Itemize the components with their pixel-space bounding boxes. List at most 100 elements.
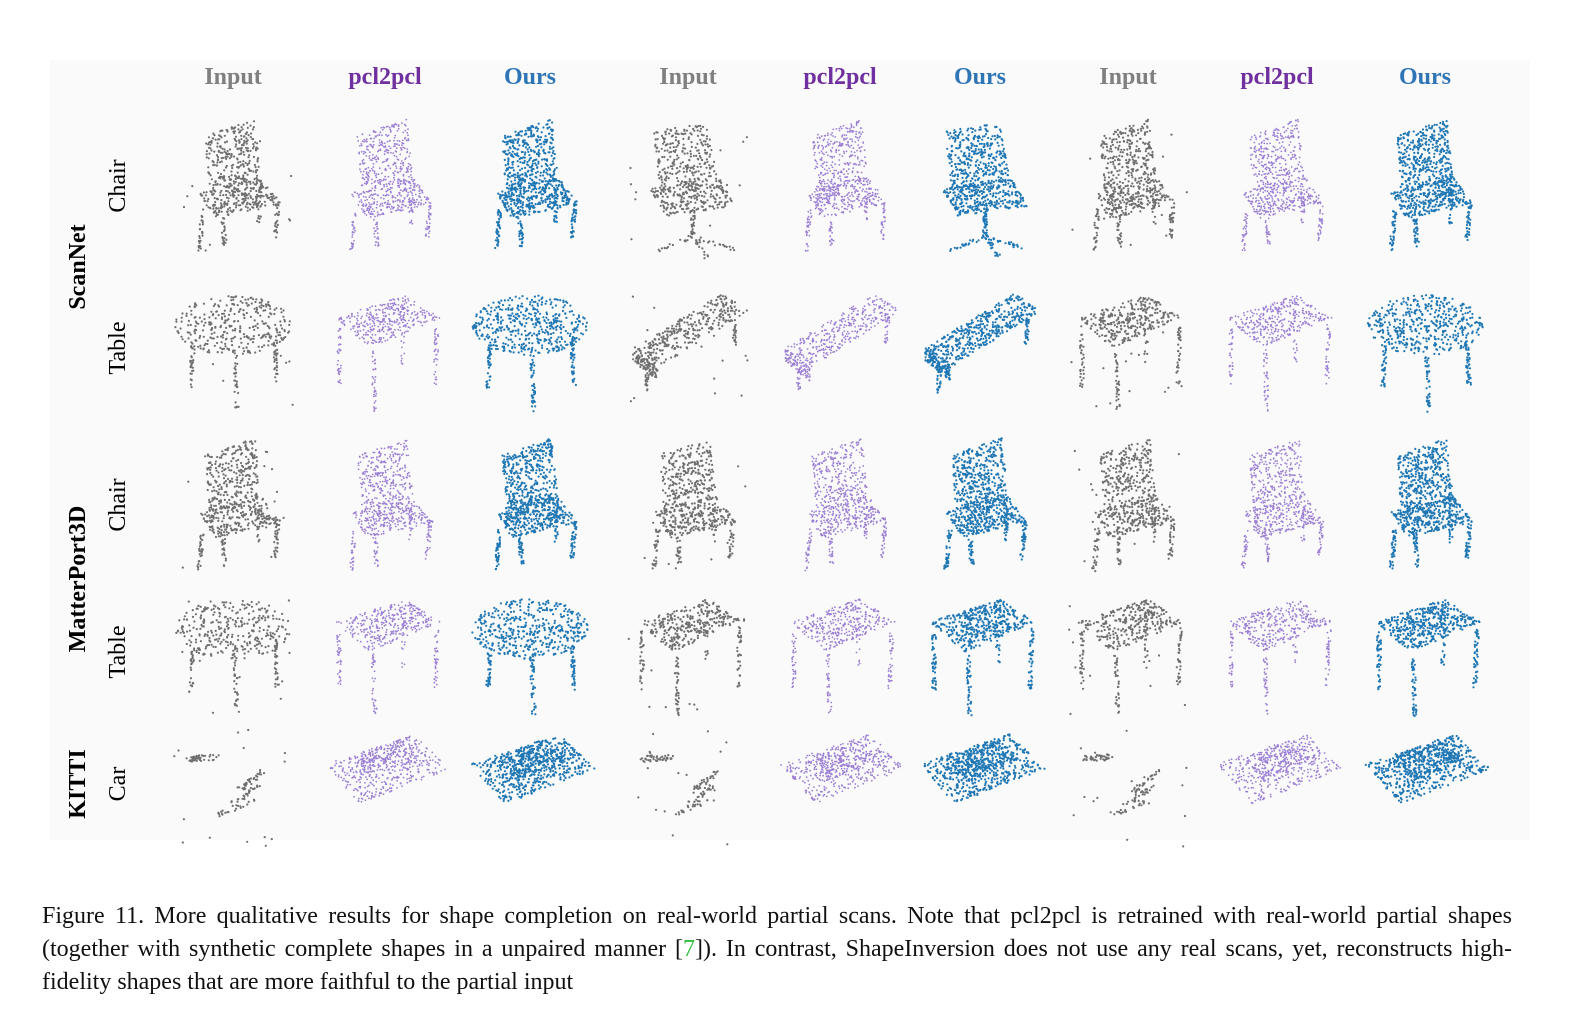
point-cloud-svg [791,598,896,714]
point-cloud-pcl2pcl [770,709,910,859]
point-cloud-svg [335,601,441,715]
point-cloud-ours [1355,430,1495,580]
point-cloud-svg [349,439,434,571]
point-cloud-svg [780,734,902,803]
point-cloud-pcl2pcl [1207,273,1347,423]
point-cloud-svg [629,124,748,260]
point-cloud-input [618,430,758,580]
point-cloud-svg [1375,599,1481,718]
point-cloud-ours [1355,709,1495,859]
point-cloud-ours [910,273,1050,423]
point-cloud-pcl2pcl [315,273,455,423]
point-cloud-input [1058,273,1198,423]
point-cloud-pcl2pcl [770,111,910,261]
point-cloud-pcl2pcl [770,273,910,423]
point-cloud-pcl2pcl [315,111,455,261]
point-cloud-input [163,577,303,727]
point-cloud-svg [182,120,293,252]
category-label: Car [104,767,132,802]
point-cloud-svg [943,437,1028,570]
point-cloud-ours [460,273,600,423]
figure-caption: Figure 11. More qualitative results for … [42,900,1512,999]
point-cloud-input [1058,111,1198,261]
point-cloud-pcl2pcl [770,577,910,727]
point-cloud-svg [1241,118,1324,252]
point-cloud-input [618,709,758,859]
point-cloud-svg [629,294,749,403]
point-cloud-svg [1220,734,1342,805]
point-cloud-ours [910,709,1050,859]
point-cloud-svg [494,119,578,250]
point-cloud-pcl2pcl [315,430,455,580]
point-cloud-svg [643,441,747,570]
point-cloud-svg [349,118,432,251]
point-cloud-ours [460,430,600,580]
point-cloud-svg [1366,294,1484,413]
point-cloud-svg [804,438,888,572]
point-cloud-ours [910,430,1050,580]
point-cloud-svg [784,295,897,391]
point-cloud-svg [471,598,589,716]
point-cloud-svg [924,293,1037,394]
dataset-label: MatterPort3D [64,505,92,652]
column-header: Input [618,62,758,92]
point-cloud-svg [494,438,578,571]
column-header: pcl2pcl [770,62,910,92]
point-cloud-svg [923,733,1046,803]
point-cloud-svg [1070,296,1183,410]
point-cloud-pcl2pcl [315,577,455,727]
column-header: pcl2pcl [1207,62,1347,92]
point-cloud-svg [930,598,1035,717]
point-cloud-svg [637,730,729,846]
point-cloud-ours [1355,577,1495,727]
point-cloud-svg [1068,599,1186,715]
point-cloud-input [1058,430,1198,580]
point-cloud-input [618,111,758,261]
point-cloud-pcl2pcl [315,709,455,859]
point-cloud-input [163,430,303,580]
point-cloud-svg [1073,439,1180,573]
point-cloud-svg [174,295,294,409]
point-cloud-svg [471,294,588,413]
point-cloud-pcl2pcl [1207,430,1347,580]
point-cloud-svg [471,737,596,803]
column-header: Input [1058,62,1198,92]
point-cloud-ours [1355,273,1495,423]
point-cloud-ours [460,111,600,261]
point-cloud-svg [942,124,1028,258]
point-cloud-pcl2pcl [1207,111,1347,261]
point-cloud-ours [460,709,600,859]
point-cloud-input [618,577,758,727]
point-cloud-input [163,111,303,261]
point-cloud-svg [1364,734,1489,804]
category-label: Table [104,626,132,679]
point-cloud-input [163,709,303,859]
column-header: Input [163,62,303,92]
category-label: Chair [104,159,132,212]
point-cloud-svg [336,295,441,412]
point-cloud-ours [460,577,600,727]
point-cloud-svg [1240,440,1325,569]
point-cloud-svg [173,728,286,847]
point-cloud-svg [1388,120,1473,252]
point-cloud-svg [181,440,285,571]
point-cloud-svg [1072,729,1188,848]
point-cloud-input [1058,577,1198,727]
point-cloud-input [618,273,758,423]
point-cloud-input [163,273,303,423]
column-header: Ours [460,62,600,92]
point-cloud-ours [910,577,1050,727]
point-cloud-svg [804,119,886,252]
point-cloud-svg [175,599,291,714]
dataset-label: ScanNet [64,224,92,309]
point-cloud-svg [627,599,746,717]
point-cloud-pcl2pcl [1207,709,1347,859]
point-cloud-ours [1355,111,1495,261]
dataset-label: KITTI [64,749,92,818]
point-cloud-ours [910,111,1050,261]
category-label: Chair [104,478,132,531]
column-header: Ours [1355,62,1495,92]
category-label: Table [104,322,132,375]
column-header: Ours [910,62,1050,92]
caption-citation-link[interactable]: 7 [683,936,695,962]
